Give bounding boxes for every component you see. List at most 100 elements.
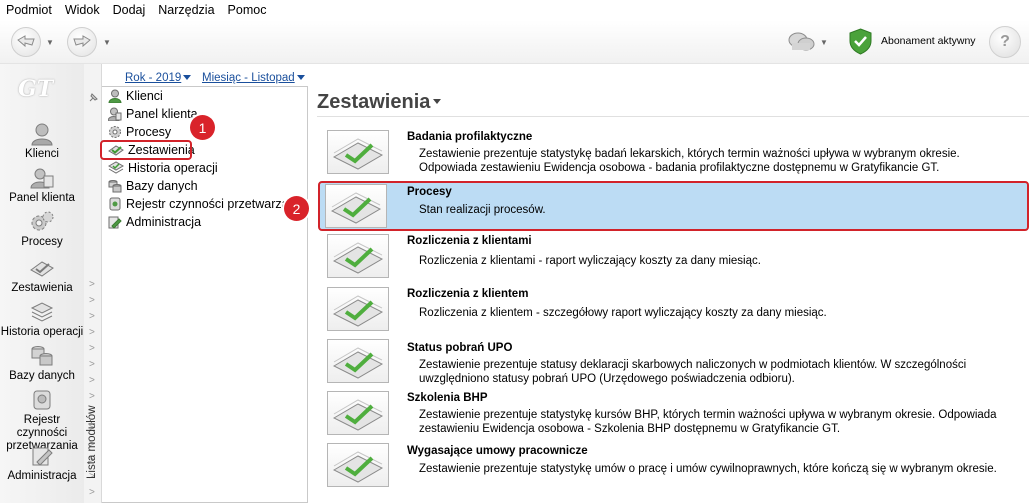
title-divider [317, 116, 1029, 117]
back-button[interactable] [11, 27, 41, 57]
module-list-strip[interactable]: > > > > > > > > > > > > > > Lista modułó… [84, 64, 102, 503]
report-check-icon [330, 192, 382, 224]
sidebar-item-panel-klienta[interactable]: Panel klienta [0, 166, 84, 205]
chevron-right-icon[interactable]: > [89, 311, 95, 322]
report-description: Rozliczenia z klientami - raport wylicza… [419, 255, 761, 267]
tree-item-procesy[interactable]: Procesy [108, 123, 171, 140]
report-title: Procesy [407, 186, 452, 198]
report-rozliczenia-z-klientami[interactable]: Rozliczenia z klientami Rozliczenia z kl… [320, 234, 1028, 282]
sidebar-item-label: Administracja [7, 470, 77, 482]
forward-arrow-icon [73, 35, 91, 48]
report-description: Zestawienie prezentuje statystykę umów o… [419, 463, 997, 475]
chevron-right-icon[interactable]: > [89, 359, 95, 370]
menu-podmiot[interactable]: Podmiot [6, 3, 52, 17]
step-badge-2: 2 [284, 196, 309, 221]
sidebar-item-label: Klienci [25, 148, 59, 160]
report-szkolenia-bhp[interactable]: Szkolenia BHP Zestawienie prezentuje sta… [320, 391, 1028, 439]
cloud-dropdown-icon[interactable]: ▼ [820, 38, 828, 47]
sidebar-item-bazy-danych[interactable]: Bazy danych [0, 344, 84, 383]
module-sidebar: GT Klienci Panel klienta Procesy Zestawi… [0, 64, 84, 503]
tree-item-historia-operacji[interactable]: Historia operacji [108, 159, 218, 176]
dropdown-triangle-icon [183, 75, 192, 80]
person-icon [31, 123, 53, 146]
cloud-icon[interactable] [786, 31, 816, 53]
tree-item-bazy-danych[interactable]: Bazy danych [108, 177, 198, 194]
report-check-icon [332, 347, 384, 379]
chevron-right-icon[interactable]: > [89, 391, 95, 402]
sidebar-item-label: Procesy [21, 236, 63, 248]
chevron-right-icon[interactable]: > [89, 279, 95, 290]
history-icon [108, 160, 124, 174]
gt-logo: GT [18, 76, 54, 102]
report-check-icon [332, 242, 384, 274]
tree-item-label: Panel klienta [126, 106, 198, 121]
report-check-icon [30, 261, 54, 277]
gears-icon [31, 211, 54, 231]
report-thumbnail [327, 391, 389, 435]
report-thumbnail [325, 184, 387, 228]
tree-item-klienci[interactable]: Klienci [108, 87, 163, 104]
sidebar-item-klienci[interactable]: Klienci [0, 122, 84, 161]
menu-bar: Podmiot Widok Dodaj Narzędzia Pomoc [0, 0, 1029, 20]
tree-item-rejestr[interactable]: Rejestr czynności przetwarzania [108, 195, 305, 212]
report-title: Szkolenia BHP [407, 392, 488, 404]
sidebar-item-administracja[interactable]: Administracja [0, 444, 84, 483]
client-panel-icon [108, 107, 122, 121]
tree-item-administracja[interactable]: Administracja [108, 213, 201, 230]
sidebar-item-zestawienia[interactable]: Zestawienia [0, 256, 84, 295]
report-check-icon [332, 399, 384, 431]
forward-button[interactable] [67, 27, 97, 57]
month-filter-label: Miesiąc - Listopad [202, 72, 295, 84]
report-wygasajace-umowy[interactable]: Wygasające umowy pracownicze Zestawienie… [320, 443, 1028, 491]
question-icon: ? [1000, 33, 1010, 50]
report-description: Zestawienie prezentuje statystykę kursów… [419, 409, 997, 435]
sidebar-item-procesy[interactable]: Procesy [0, 210, 84, 249]
pin-icon[interactable] [88, 92, 99, 103]
report-title: Status pobrań UPO [407, 342, 513, 354]
chevron-right-icon[interactable]: > [89, 295, 95, 306]
dropdown-triangle-icon [296, 75, 305, 80]
register-icon [33, 390, 51, 410]
database-icon [31, 346, 53, 366]
report-status-pobran-upo[interactable]: Status pobrań UPO Zestawienie prezentuje… [320, 339, 1028, 387]
sidebar-item-label: Bazy danych [9, 370, 75, 382]
forward-dropdown-icon[interactable]: ▼ [103, 38, 111, 47]
year-filter[interactable]: Rok - 2019 [125, 72, 192, 84]
toolbar: ▼ ▼ ▼ Abonament aktywny ? [0, 20, 1029, 64]
sidebar-item-label: Zestawienia [11, 282, 73, 294]
tree-item-label: Administracja [126, 214, 202, 229]
menu-dodaj[interactable]: Dodaj [113, 3, 146, 17]
client-panel-icon [30, 168, 54, 189]
sidebar-item-historia-operacji[interactable]: Historia operacji [0, 300, 84, 339]
month-filter[interactable]: Miesiąc - Listopad [202, 72, 305, 84]
back-dropdown-icon[interactable]: ▼ [46, 38, 54, 47]
chevron-right-icon[interactable]: > [89, 375, 95, 386]
tree-item-label: Bazy danych [126, 178, 198, 193]
report-check-icon [332, 451, 384, 483]
tree-item-label: Rejestr czynności przetwarzania [126, 196, 306, 211]
page-title[interactable]: Zestawienia [317, 91, 442, 114]
report-procesy[interactable]: Procesy Stan realizacji procesów. [318, 181, 1029, 231]
tree-item-panel-klienta[interactable]: Panel klienta [108, 105, 198, 122]
menu-widok[interactable]: Widok [65, 3, 100, 17]
menu-pomoc[interactable]: Pomoc [228, 3, 267, 17]
help-button[interactable]: ? [989, 26, 1021, 58]
menu-narzedzia[interactable]: Narzędzia [158, 3, 214, 17]
tree-selection-highlight [100, 140, 192, 160]
report-rozliczenia-z-klientem[interactable]: Rozliczenia z klientem Rozliczenia z kli… [320, 287, 1028, 335]
chevron-right-icon[interactable]: > [89, 343, 95, 354]
report-thumbnail [327, 130, 389, 174]
report-description: Stan realizacji procesów. [419, 204, 546, 216]
module-list-label: Lista modułów [86, 405, 98, 479]
report-thumbnail [327, 443, 389, 487]
report-thumbnail [327, 339, 389, 383]
admin-icon [32, 447, 53, 466]
chevron-right-icon[interactable]: > [89, 327, 95, 338]
report-description: Rozliczenia z klientem - szczegółowy rap… [419, 307, 827, 319]
report-description: Zestawienie prezentuje statusy deklaracj… [419, 359, 967, 385]
report-badania-profilaktyczne[interactable]: Badania profilaktyczne Zestawienie preze… [320, 130, 1028, 178]
sidebar-item-label: Historia operacji [0, 326, 84, 338]
report-title: Wygasające umowy pracownicze [407, 445, 588, 457]
chevron-right-icon[interactable]: > [89, 487, 95, 498]
tree-item-label: Procesy [126, 124, 172, 139]
